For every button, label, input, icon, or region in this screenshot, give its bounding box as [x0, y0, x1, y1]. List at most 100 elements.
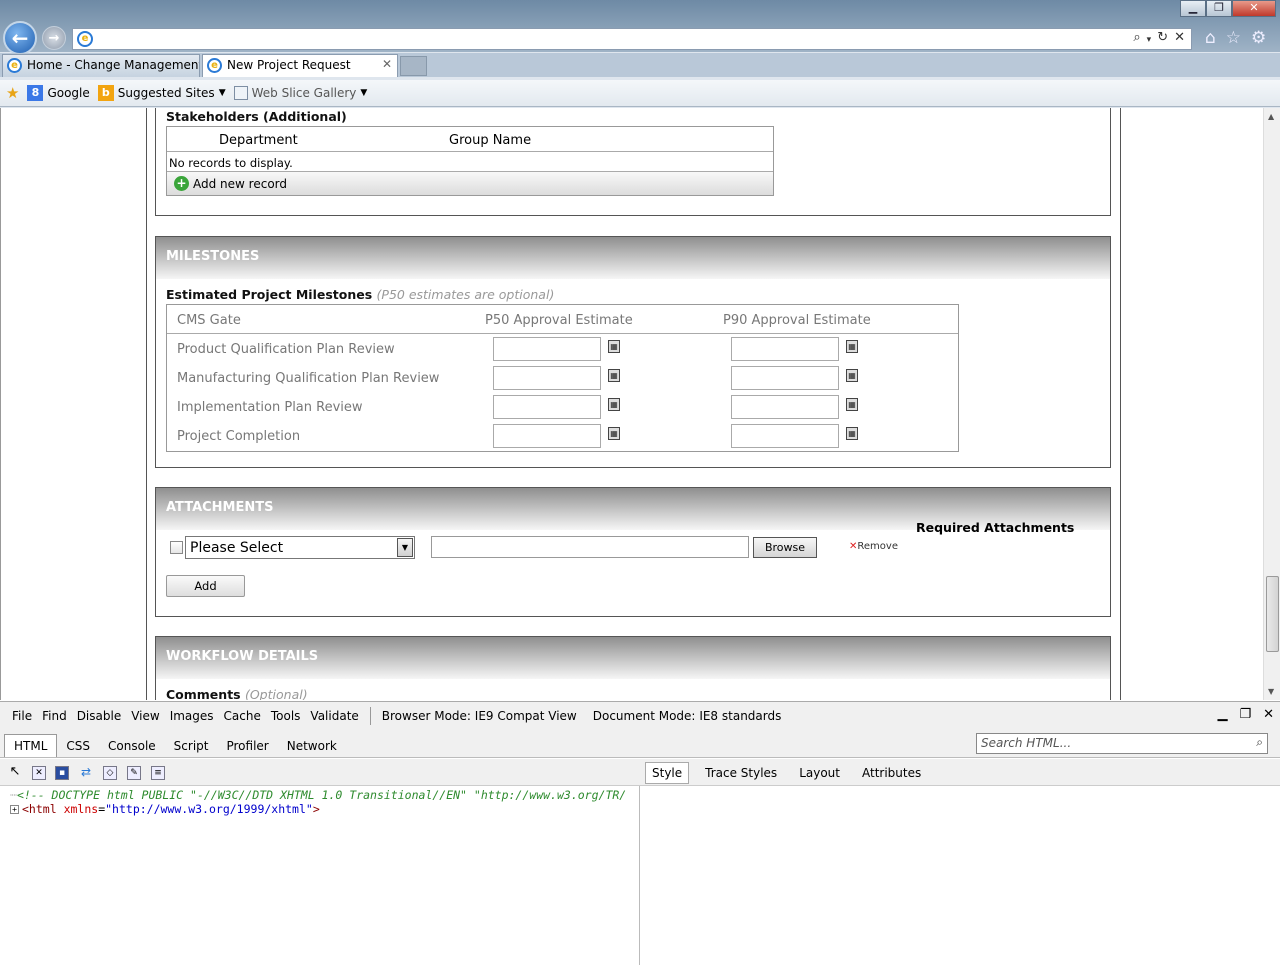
- forward-button[interactable]: →: [42, 26, 66, 50]
- menu-find[interactable]: Find: [37, 709, 72, 723]
- tree-node-doctype[interactable]: ┈<!-- DOCTYPE html PUBLIC "-//W3C//DTD X…: [10, 788, 639, 802]
- minimize-icon[interactable]: ▁: [1180, 0, 1206, 17]
- calendar-icon[interactable]: ▦: [846, 427, 858, 440]
- browser-mode-menu[interactable]: Browser Mode: IE9 Compat View: [377, 709, 582, 723]
- close-icon[interactable]: ✕: [382, 57, 392, 71]
- search-html-input[interactable]: Search HTML... ⌕: [976, 733, 1268, 754]
- refresh-icon[interactable]: ⇄: [79, 766, 93, 780]
- tree-node-html[interactable]: + <html xmlns="http://www.w3.org/1999/xht…: [10, 802, 639, 816]
- browse-button[interactable]: Browse: [753, 537, 817, 558]
- remove-link[interactable]: ✕Remove: [849, 541, 898, 552]
- address-tools: ⌕ ▾ ↻ ✕: [1133, 30, 1185, 50]
- p90-date-input[interactable]: [731, 337, 839, 361]
- fav-web-slice-gallery[interactable]: Web Slice Gallery ▼: [233, 86, 367, 100]
- refresh-icon[interactable]: ↻: [1157, 30, 1168, 50]
- add-attachment-button[interactable]: Add: [166, 575, 245, 597]
- home-icon[interactable]: ⌂: [1205, 28, 1216, 48]
- clear-icon[interactable]: ✕: [32, 766, 46, 780]
- tab-attributes[interactable]: Attributes: [856, 763, 927, 783]
- restore-icon[interactable]: ❐: [1206, 0, 1232, 17]
- section-title: WORKFLOW DETAILS: [166, 649, 319, 664]
- favorites-star-icon[interactable]: ★: [6, 84, 19, 102]
- menu-images[interactable]: Images: [165, 709, 219, 723]
- p50-date-input[interactable]: [493, 395, 601, 419]
- add-new-record-button[interactable]: + Add new record: [167, 171, 773, 195]
- close-icon[interactable]: ✕: [1263, 707, 1274, 722]
- menu-view[interactable]: View: [126, 709, 164, 723]
- browser-mode-label: Browser Mode:: [381, 709, 471, 723]
- required-attachments-label: Required Attachments: [916, 520, 1075, 535]
- p50-date-input[interactable]: [493, 337, 601, 361]
- scroll-thumb[interactable]: [1266, 576, 1279, 652]
- close-icon[interactable]: ✕: [1232, 0, 1276, 17]
- column-header-group-name[interactable]: Group Name: [449, 133, 531, 148]
- tab-script[interactable]: Script: [165, 735, 218, 757]
- calendar-icon[interactable]: ▦: [608, 398, 620, 411]
- chevron-down-icon[interactable]: ▼: [397, 538, 413, 557]
- fav-google[interactable]: 8 Google: [27, 85, 90, 101]
- p90-date-input[interactable]: [731, 395, 839, 419]
- tab-console[interactable]: Console: [99, 735, 165, 757]
- save-icon[interactable]: ▪: [55, 766, 69, 780]
- minimize-icon[interactable]: ▁: [1217, 707, 1227, 722]
- p90-date-input[interactable]: [731, 366, 839, 390]
- column-header-department[interactable]: Department: [219, 133, 298, 148]
- plus-icon: +: [174, 176, 189, 191]
- tab-trace-styles[interactable]: Trace Styles: [699, 763, 783, 783]
- file-path-input[interactable]: [431, 536, 749, 558]
- new-tab-button[interactable]: [400, 56, 427, 76]
- style-tabs: Style Trace Styles Layout Attributes: [645, 762, 937, 784]
- tab-new-project-request[interactable]: e New Project Request ✕: [202, 54, 398, 77]
- p90-date-input[interactable]: [731, 424, 839, 448]
- attachment-type-select[interactable]: Please Select ▼: [185, 536, 415, 559]
- address-bar[interactable]: e ⌕ ▾ ↻ ✕: [72, 28, 1192, 50]
- p50-date-input[interactable]: [493, 424, 601, 448]
- word-wrap-icon[interactable]: ≡: [151, 766, 165, 780]
- menu-disable[interactable]: Disable: [72, 709, 127, 723]
- tab-html[interactable]: HTML: [4, 734, 58, 757]
- tab-css[interactable]: CSS: [57, 735, 99, 757]
- column-header-p90: P90 Approval Estimate: [723, 313, 871, 328]
- tab-home[interactable]: e Home - Change Management ...: [2, 54, 200, 77]
- p50-date-input[interactable]: [493, 366, 601, 390]
- calendar-icon[interactable]: ▦: [846, 369, 858, 382]
- style-pane: [641, 786, 1280, 965]
- calendar-icon[interactable]: ▦: [608, 427, 620, 440]
- tab-profiler[interactable]: Profiler: [217, 735, 277, 757]
- calendar-icon[interactable]: ▦: [608, 369, 620, 382]
- back-button[interactable]: ←: [3, 21, 37, 55]
- chevron-down-icon[interactable]: ▾: [1147, 30, 1152, 50]
- calendar-icon[interactable]: ▦: [608, 340, 620, 353]
- calendar-icon[interactable]: ▦: [846, 398, 858, 411]
- devtools-window-controls: ▁ ❐ ✕: [1217, 707, 1274, 722]
- search-icon[interactable]: ⌕: [1133, 30, 1140, 50]
- scroll-down-icon[interactable]: ▼: [1268, 687, 1274, 696]
- edit-icon[interactable]: ✎: [127, 766, 141, 780]
- select-element-icon[interactable]: ↖: [8, 765, 22, 780]
- favorites-star-icon[interactable]: ☆: [1226, 28, 1241, 48]
- scroll-up-icon[interactable]: ▲: [1268, 112, 1274, 121]
- ie-icon: e: [77, 31, 93, 47]
- stakeholders-grid: Department Group Name No records to disp…: [166, 126, 774, 196]
- document-mode-menu[interactable]: Document Mode: IE8 standards: [588, 709, 787, 723]
- browser-chrome: ▁ ❐ ✕ ← → e ⌕ ▾ ↻ ✕ ⌂ ☆ ⚙ e Home - Chang…: [0, 0, 1280, 108]
- menu-tools[interactable]: Tools: [266, 709, 306, 723]
- attachment-checkbox[interactable]: [170, 541, 183, 554]
- sublabel-note: (P50 estimates are optional): [376, 287, 555, 302]
- menu-validate[interactable]: Validate: [305, 709, 363, 723]
- dom-icon[interactable]: ◇: [103, 766, 117, 780]
- tab-style[interactable]: Style: [645, 762, 690, 784]
- fav-label: Suggested Sites: [117, 86, 215, 100]
- tab-network[interactable]: Network: [278, 735, 346, 757]
- menu-file[interactable]: File: [7, 709, 37, 723]
- gear-icon[interactable]: ⚙: [1251, 28, 1266, 48]
- stop-icon[interactable]: ✕: [1174, 30, 1185, 50]
- vertical-scrollbar[interactable]: ▲ ▼: [1263, 108, 1280, 700]
- tab-layout[interactable]: Layout: [793, 763, 846, 783]
- search-icon[interactable]: ⌕: [1256, 735, 1263, 750]
- fav-suggested-sites[interactable]: b Suggested Sites ▼: [97, 85, 226, 101]
- calendar-icon[interactable]: ▦: [846, 340, 858, 353]
- undock-icon[interactable]: ❐: [1239, 707, 1251, 722]
- menu-cache[interactable]: Cache: [219, 709, 266, 723]
- expand-icon[interactable]: +: [10, 805, 19, 814]
